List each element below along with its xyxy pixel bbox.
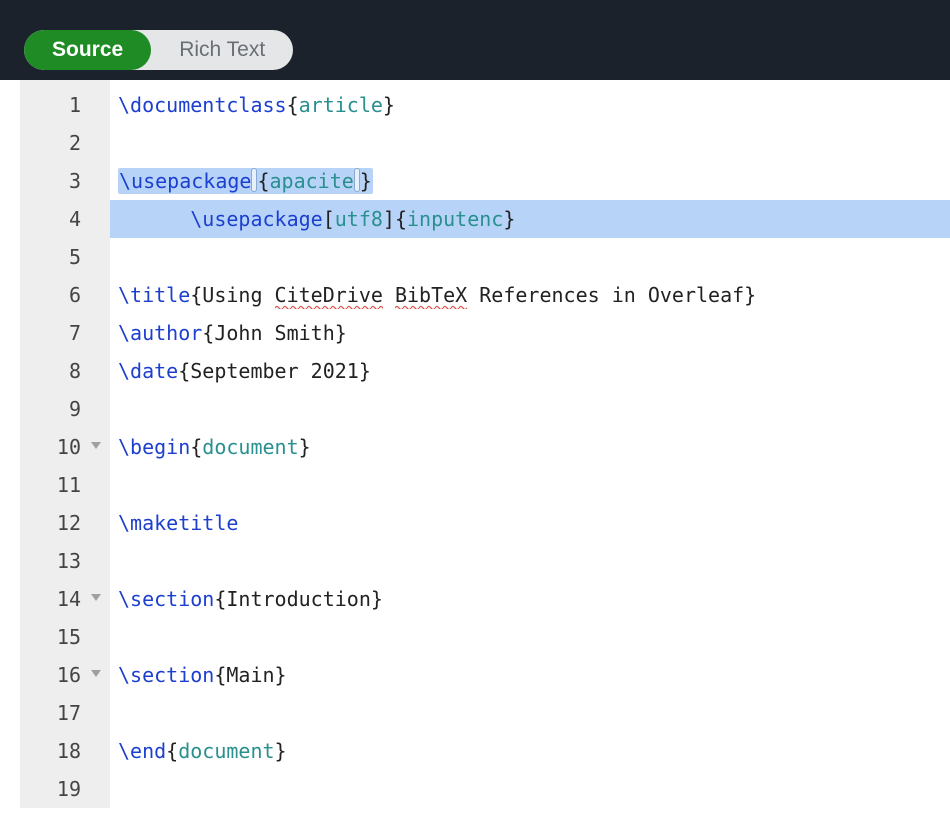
line-number: 5 — [0, 238, 109, 276]
editor-toolbar: Source Rich Text — [0, 22, 950, 80]
line-number: 18 — [0, 732, 109, 770]
window-topbar — [0, 0, 950, 22]
line-number: 4 — [0, 200, 109, 238]
line-number: 11 — [0, 466, 109, 504]
code-line[interactable] — [110, 770, 950, 808]
selection-highlight: \usepackage{apacite} — [118, 168, 373, 194]
code-line[interactable] — [110, 542, 950, 580]
line-number: 1 — [0, 86, 109, 124]
line-number: 14 — [0, 580, 109, 618]
code-line[interactable] — [110, 390, 950, 428]
latex-command: \title — [118, 283, 190, 307]
line-number: 3 — [0, 162, 109, 200]
chevron-down-icon[interactable] — [91, 670, 101, 677]
latex-command: \begin — [118, 435, 190, 459]
code-line[interactable]: \usepackage[utf8]{inputenc} — [110, 124, 950, 162]
richtext-mode-button[interactable]: Rich Text — [151, 30, 293, 70]
latex-command: \section — [118, 587, 214, 611]
line-number: 8 — [0, 352, 109, 390]
line-number-gutter: 1 2 3 4 5 6 7 8 9 10 11 12 13 14 15 16 1… — [0, 80, 110, 808]
code-line[interactable] — [110, 200, 950, 238]
spellcheck-underline: BibTeX — [395, 283, 467, 309]
latex-command: \maketitle — [118, 511, 238, 535]
line-number: 12 — [0, 504, 109, 542]
code-line[interactable]: \section{Main} — [110, 656, 950, 694]
code-line[interactable]: \date{September 2021} — [110, 352, 950, 390]
latex-command: \documentclass — [118, 93, 287, 117]
source-mode-button[interactable]: Source — [24, 30, 151, 70]
line-number: 13 — [0, 542, 109, 580]
code-line[interactable] — [110, 694, 950, 732]
code-line[interactable]: \maketitle — [110, 504, 950, 542]
line-number: 19 — [0, 770, 109, 808]
spellcheck-underline: CiteDrive — [275, 283, 383, 309]
line-number: 7 — [0, 314, 109, 352]
code-line[interactable]: \documentclass{article} — [110, 86, 950, 124]
code-line[interactable]: \usepackage{apacite} — [110, 162, 950, 200]
chevron-down-icon[interactable] — [91, 442, 101, 449]
code-line[interactable] — [110, 238, 950, 276]
latex-command: \section — [118, 663, 214, 687]
code-line[interactable]: \begin{document} — [110, 428, 950, 466]
mode-toggle: Source Rich Text — [24, 30, 293, 70]
code-line[interactable]: \author{John Smith} — [110, 314, 950, 352]
latex-command: \end — [118, 739, 166, 763]
chevron-down-icon[interactable] — [91, 594, 101, 601]
latex-command: \usepackage — [119, 169, 251, 193]
code-content[interactable]: \documentclass{article} \usepackage[utf8… — [110, 80, 950, 808]
code-line[interactable]: \title{Using CiteDrive BibTeX References… — [110, 276, 950, 314]
code-line[interactable]: \section{Introduction} — [110, 580, 950, 618]
line-number: 16 — [0, 656, 109, 694]
code-line[interactable]: \end{document} — [110, 732, 950, 770]
line-number: 2 — [0, 124, 109, 162]
code-editor[interactable]: 1 2 3 4 5 6 7 8 9 10 11 12 13 14 15 16 1… — [0, 80, 950, 808]
code-line[interactable] — [110, 618, 950, 656]
line-number: 17 — [0, 694, 109, 732]
line-number: 6 — [0, 276, 109, 314]
latex-command: \date — [118, 359, 178, 383]
line-number: 9 — [0, 390, 109, 428]
line-number: 15 — [0, 618, 109, 656]
code-line[interactable] — [110, 466, 950, 504]
line-number: 10 — [0, 428, 109, 466]
latex-command: \author — [118, 321, 202, 345]
